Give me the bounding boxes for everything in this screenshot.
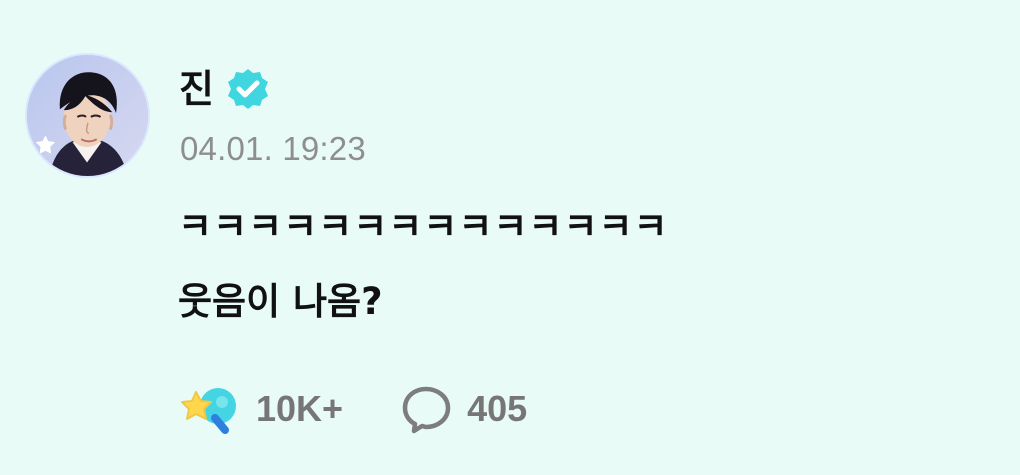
- post-timestamp: 04.01. 19:23: [180, 130, 366, 167]
- avatar-image: [27, 55, 148, 176]
- like-button[interactable]: 10K+: [181, 381, 343, 437]
- author-avatar[interactable]: [25, 53, 150, 178]
- post-text-line-1: ㅋㅋㅋㅋㅋㅋㅋㅋㅋㅋㅋㅋㅋㅋ: [178, 205, 669, 248]
- like-count: 10K+: [256, 388, 344, 429]
- post-text-line-2: 웃음이 나옴?: [178, 280, 383, 323]
- author-row: 진: [179, 64, 270, 114]
- author-name[interactable]: 진: [179, 70, 214, 108]
- comment-bubble-icon: [402, 386, 451, 433]
- post-stats: 10K+ 405: [181, 381, 527, 437]
- comment-button[interactable]: 405: [401, 385, 527, 434]
- star-pick-icon: [181, 388, 236, 434]
- comment-count: 405: [467, 388, 528, 429]
- post-card: 진 04.01. 19:23 ㅋㅋㅋㅋㅋㅋㅋㅋㅋㅋㅋㅋㅋㅋ 웃음이 나옴? 10…: [0, 0, 1020, 475]
- verified-badge-icon: [227, 69, 268, 109]
